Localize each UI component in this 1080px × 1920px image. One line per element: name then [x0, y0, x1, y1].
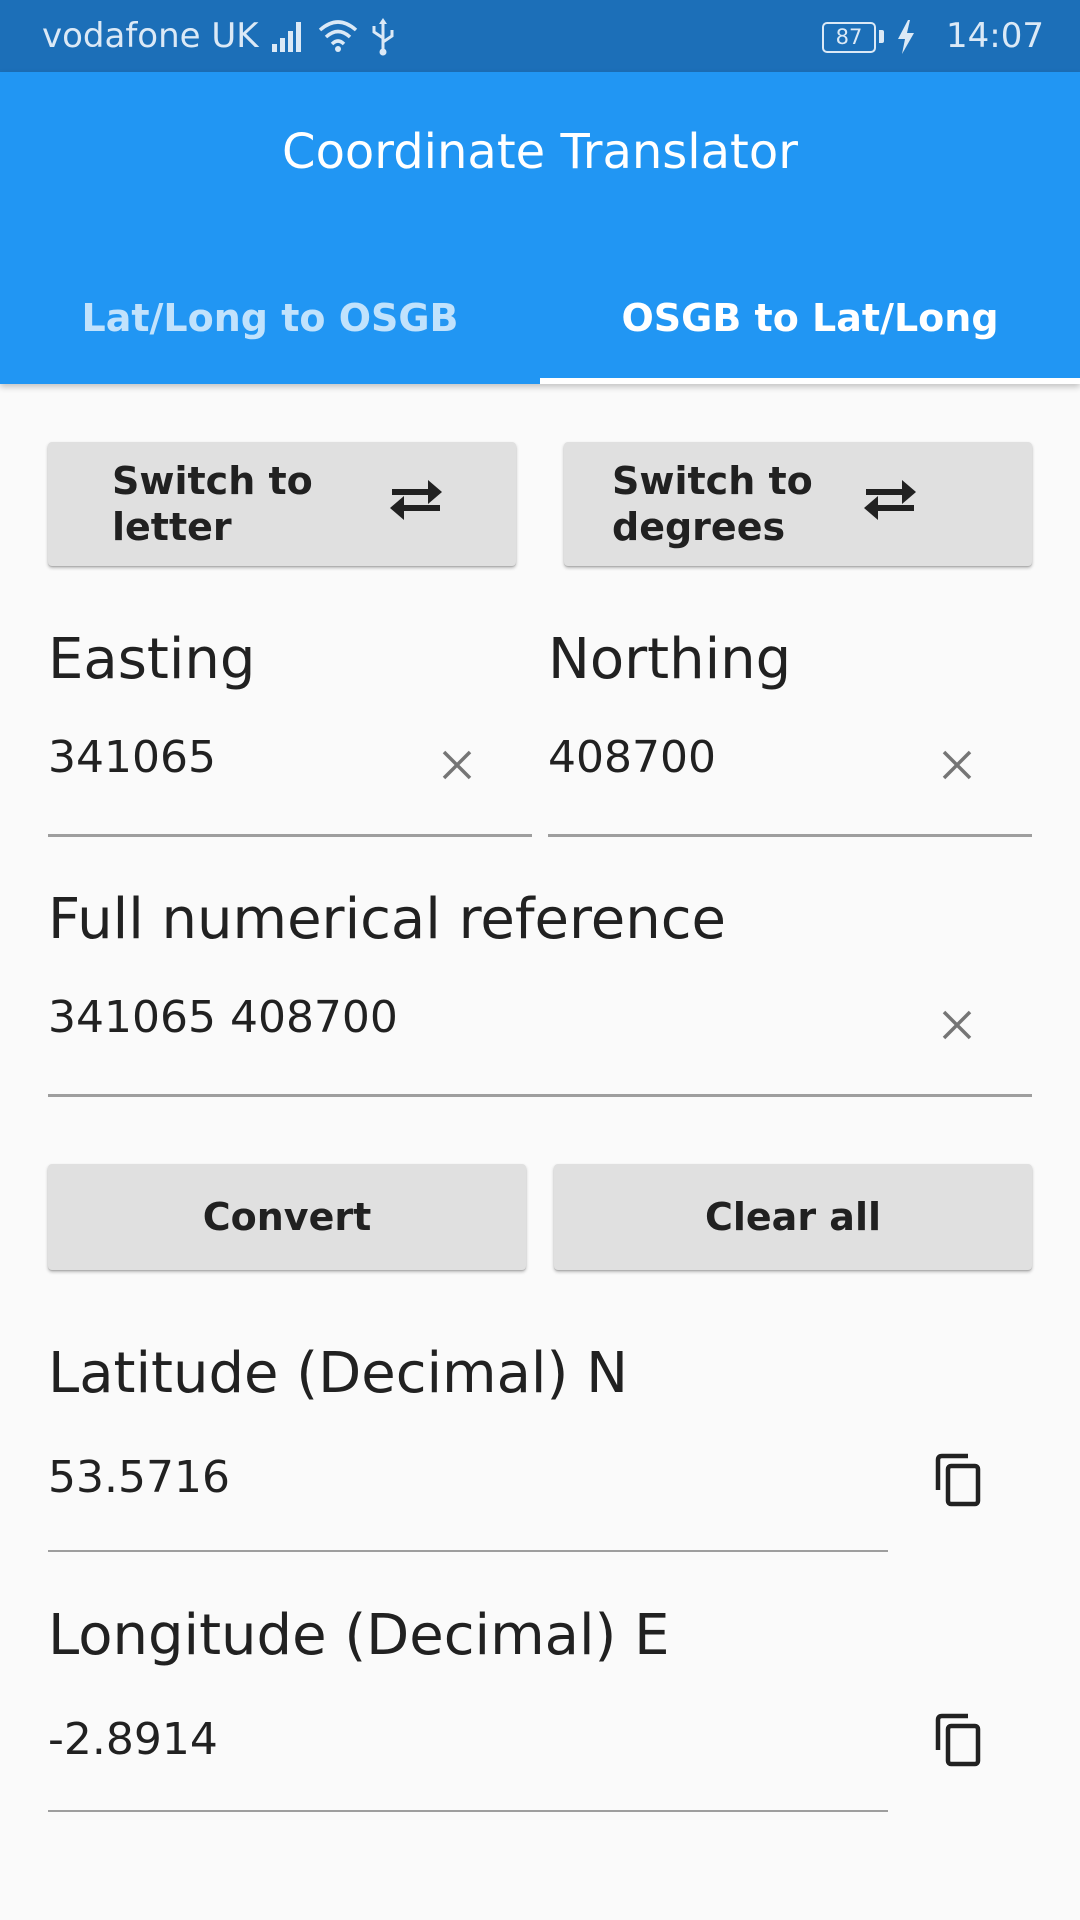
switch-to-letter-button[interactable]: Switch to letter	[48, 442, 516, 566]
charging-icon	[898, 20, 914, 54]
latitude-label: Latitude (Decimal) N	[48, 1341, 629, 1406]
signal-icon	[272, 22, 301, 52]
status-right: 87 14:07	[784, 16, 1044, 56]
northing-underline	[548, 834, 1032, 837]
copy-icon[interactable]	[932, 1452, 986, 1508]
swap-horiz-icon	[390, 480, 442, 520]
convert-button[interactable]: Convert	[48, 1164, 526, 1270]
copy-icon[interactable]	[932, 1712, 986, 1768]
clock: 14:07	[946, 16, 1044, 56]
switch-to-letter-label: Switch to letter	[112, 459, 313, 549]
usb-icon	[372, 18, 394, 56]
full-reference-input[interactable]: 341065 408700	[48, 992, 908, 1044]
app-title: Coordinate Translator	[282, 124, 798, 180]
close-icon[interactable]	[438, 746, 476, 784]
battery-icon: 87	[822, 22, 876, 53]
longitude-underline	[48, 1810, 888, 1812]
switch-to-degrees-label: Switch to degrees	[612, 459, 813, 549]
app-bar: Coordinate Translator Lat/Long to OSGB O…	[0, 72, 1080, 384]
swap-horiz-icon	[864, 480, 916, 520]
latitude-underline	[48, 1550, 888, 1552]
clear-all-button[interactable]: Clear all	[554, 1164, 1032, 1270]
close-icon[interactable]	[938, 1006, 976, 1044]
tab-indicator	[540, 378, 1080, 384]
battery-nub	[879, 30, 884, 43]
easting-input[interactable]: 341065	[48, 732, 408, 784]
status-bar: vodafone UK 87 14:07	[0, 0, 1080, 72]
full-reference-label: Full numerical reference	[48, 887, 726, 952]
full-reference-underline	[48, 1094, 1032, 1097]
longitude-value: -2.8914	[48, 1714, 218, 1765]
tab-osgb-to-latlong[interactable]: OSGB to Lat/Long	[540, 252, 1080, 384]
longitude-label: Longitude (Decimal) E	[48, 1603, 670, 1668]
tab-latlong-to-osgb[interactable]: Lat/Long to OSGB	[0, 252, 540, 384]
wifi-icon	[318, 20, 358, 52]
northing-label: Northing	[548, 627, 792, 692]
switch-to-degrees-button[interactable]: Switch to degrees	[564, 442, 1032, 566]
easting-label: Easting	[48, 627, 256, 692]
latitude-value: 53.5716	[48, 1452, 230, 1503]
northing-input[interactable]: 408700	[548, 732, 908, 784]
close-icon[interactable]	[938, 746, 976, 784]
carrier-name: vodafone UK	[42, 16, 259, 56]
easting-underline	[48, 834, 532, 837]
